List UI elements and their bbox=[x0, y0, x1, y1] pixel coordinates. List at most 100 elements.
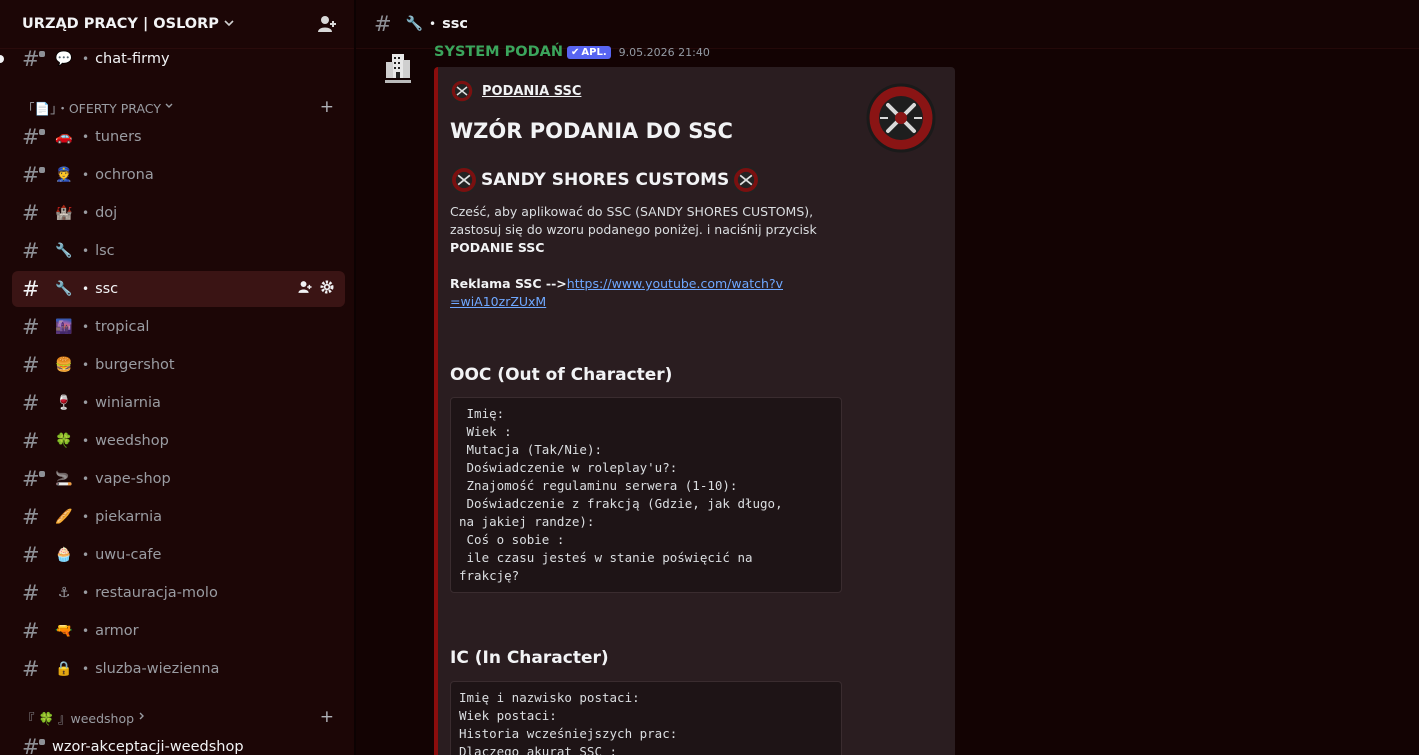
channel-piekarnia[interactable]: # 🥖 • piekarnia bbox=[12, 499, 345, 535]
hash-icon: # bbox=[22, 657, 40, 681]
code-line: Coś o sobie : bbox=[459, 532, 565, 547]
embed-card: PODANIA SSC WZÓR PODANIA DO SSC SANDY SH… bbox=[434, 67, 955, 755]
channel-weedshop[interactable]: # 🍀 • weedshop bbox=[12, 423, 345, 459]
code-line: ile czasu jesteś w stanie poświęcić na bbox=[459, 550, 753, 565]
channel-title: ssc bbox=[442, 16, 468, 32]
channel-emoji: 🍀 bbox=[55, 433, 73, 449]
separator-dot: • bbox=[82, 244, 90, 258]
channel-burgershot[interactable]: # 🍔 • burgershot bbox=[12, 347, 345, 383]
channel-emoji: 💬 bbox=[55, 51, 73, 67]
embed-author: PODANIA SSC bbox=[450, 79, 581, 103]
channel-armor[interactable]: # 🔫 • armor bbox=[12, 613, 345, 649]
hash-icon: # bbox=[22, 315, 40, 339]
chevron-right-icon bbox=[138, 712, 146, 723]
ssc-thumbnail[interactable] bbox=[866, 83, 936, 153]
gear-icon[interactable] bbox=[319, 279, 335, 299]
server-name[interactable]: URZĄD PRACY | OSLORP bbox=[22, 16, 234, 32]
unread-indicator bbox=[0, 55, 4, 63]
app-badge: ✔ APL. bbox=[567, 45, 611, 59]
channel-doj[interactable]: # 🏰 • doj bbox=[12, 195, 345, 231]
separator-dot: • bbox=[82, 282, 90, 296]
channel-name: sluzba-wiezienna bbox=[95, 661, 220, 677]
channel-name: weedshop bbox=[95, 433, 169, 449]
badge-label: APL. bbox=[581, 46, 607, 58]
separator-dot: • bbox=[82, 434, 90, 448]
hash-icon: # bbox=[22, 391, 40, 415]
hash-icon: # bbox=[22, 163, 45, 187]
channel-emoji: 🧁 bbox=[55, 547, 73, 563]
channel-restauracja-molo[interactable]: # ⚓ • restauracja-molo bbox=[12, 575, 345, 611]
channel-vape-shop[interactable]: # 🚬 • vape-shop bbox=[12, 461, 345, 497]
channel-winiarnia[interactable]: # 🍷 • winiarnia bbox=[12, 385, 345, 421]
channel-name: burgershot bbox=[95, 357, 175, 373]
channel-name: tuners bbox=[95, 129, 142, 145]
category-label: 「📄」・OFERTY PRACY bbox=[22, 100, 161, 116]
channel-wzor-akceptacji-weedshop[interactable]: # wzor-akceptacji-weedshop bbox=[12, 729, 345, 755]
channel-emoji: 🔧 bbox=[55, 281, 73, 297]
channel-name: chat-firmy bbox=[95, 51, 170, 67]
channel-name: ssc bbox=[95, 281, 119, 297]
add-channel-icon[interactable]: + bbox=[320, 707, 334, 727]
channel-tropical[interactable]: # 🌆 • tropical bbox=[12, 309, 345, 345]
category-label: 『 🍀 』weedshop bbox=[22, 710, 135, 726]
separator-dot: • bbox=[82, 206, 90, 220]
channel-actions bbox=[297, 279, 335, 299]
reklama-line: Reklama SSC -->https://www.youtube.com/w… bbox=[450, 275, 790, 311]
desc-bold: PODANIE SSC bbox=[450, 240, 545, 255]
channel-sidebar: URZĄD PRACY | OSLORP # 💬 • chat-firmy 「📄… bbox=[0, 0, 354, 755]
code-line: Mutacja (Tak/Nie): bbox=[459, 442, 602, 457]
add-member-icon[interactable] bbox=[316, 13, 338, 35]
server-name-label: URZĄD PRACY | OSLORP bbox=[22, 16, 219, 32]
code-line: frakcję? bbox=[459, 568, 520, 583]
channel-sluzba-wiezienna[interactable]: # 🔒 • sluzba-wiezienna bbox=[12, 651, 345, 687]
channel-emoji: 🔧 bbox=[405, 16, 424, 32]
separator-dot: • bbox=[82, 586, 90, 600]
channel-emoji: ⚓ bbox=[57, 585, 71, 601]
channel-emoji: 🌆 bbox=[55, 319, 73, 335]
embed-title: WZÓR PODANIA DO SSC bbox=[450, 119, 733, 143]
add-member-icon[interactable] bbox=[297, 279, 313, 299]
channel-name: ochrona bbox=[95, 167, 154, 183]
chevron-down-icon bbox=[224, 18, 234, 31]
channel-name: restauracja-molo bbox=[95, 585, 218, 601]
channel-name: piekarnia bbox=[95, 509, 163, 525]
channel-ochrona[interactable]: # 👮 • ochrona bbox=[12, 157, 345, 193]
embed-description: Cześć, aby aplikować do SSC (SANDY SHORE… bbox=[450, 203, 830, 257]
ssc-logo-icon bbox=[732, 166, 760, 194]
embed-subtitle-text: SANDY SHORES CUSTOMS bbox=[481, 170, 730, 190]
hash-icon: # bbox=[374, 12, 392, 36]
channel-ssc[interactable]: # 🔧 • ssc bbox=[12, 271, 345, 307]
add-channel-icon[interactable]: + bbox=[320, 97, 334, 117]
channel-chat-firmy[interactable]: # 💬 • chat-firmy bbox=[0, 41, 345, 77]
embed-author-link[interactable]: PODANIA SSC bbox=[482, 84, 581, 99]
channel-name: armor bbox=[95, 623, 139, 639]
author-name[interactable]: SYSTEM PODAŃ bbox=[434, 44, 563, 60]
channel-tuners[interactable]: # 🚗 • tuners bbox=[12, 119, 345, 155]
channel-name: lsc bbox=[95, 243, 115, 259]
check-icon: ✔ bbox=[571, 46, 580, 58]
separator-dot: • bbox=[82, 548, 90, 562]
code-line: na jakiej randze): bbox=[459, 514, 595, 529]
code-line: Doświadczenie z frakcją (Gdzie, jak dług… bbox=[459, 496, 783, 511]
category-oferty-pracy[interactable]: 「📄」・OFERTY PRACY + bbox=[22, 97, 342, 117]
ooc-header: OOC (Out of Character) bbox=[450, 365, 673, 385]
category-weedshop[interactable]: 『 🍀 』weedshop + bbox=[22, 707, 342, 727]
ssc-logo-icon bbox=[450, 79, 474, 103]
channel-lsc[interactable]: # 🔧 • lsc bbox=[12, 233, 345, 269]
code-line: Doświadczenie w roleplay'u?: bbox=[459, 460, 678, 475]
channel-name: winiarnia bbox=[95, 395, 161, 411]
desc-line: Cześć, aby aplikować do SSC (SANDY SHORE… bbox=[450, 204, 814, 219]
separator-dot: • bbox=[82, 52, 90, 66]
separator-dot: • bbox=[82, 168, 90, 182]
separator-dot: • bbox=[82, 472, 90, 486]
avatar[interactable] bbox=[378, 48, 418, 88]
channel-header: # 🔧 • ssc bbox=[356, 0, 1419, 49]
separator-dot: • bbox=[429, 17, 437, 31]
code-line: Imię: bbox=[459, 406, 505, 421]
hash-icon: # bbox=[22, 735, 45, 755]
code-line: Historia wcześniejszych prac: bbox=[459, 726, 678, 741]
hash-icon: # bbox=[22, 505, 40, 529]
hash-icon: # bbox=[22, 429, 40, 453]
code-line: Wiek : bbox=[459, 424, 512, 439]
channel-uwu-cafe[interactable]: # 🧁 • uwu-cafe bbox=[12, 537, 345, 573]
